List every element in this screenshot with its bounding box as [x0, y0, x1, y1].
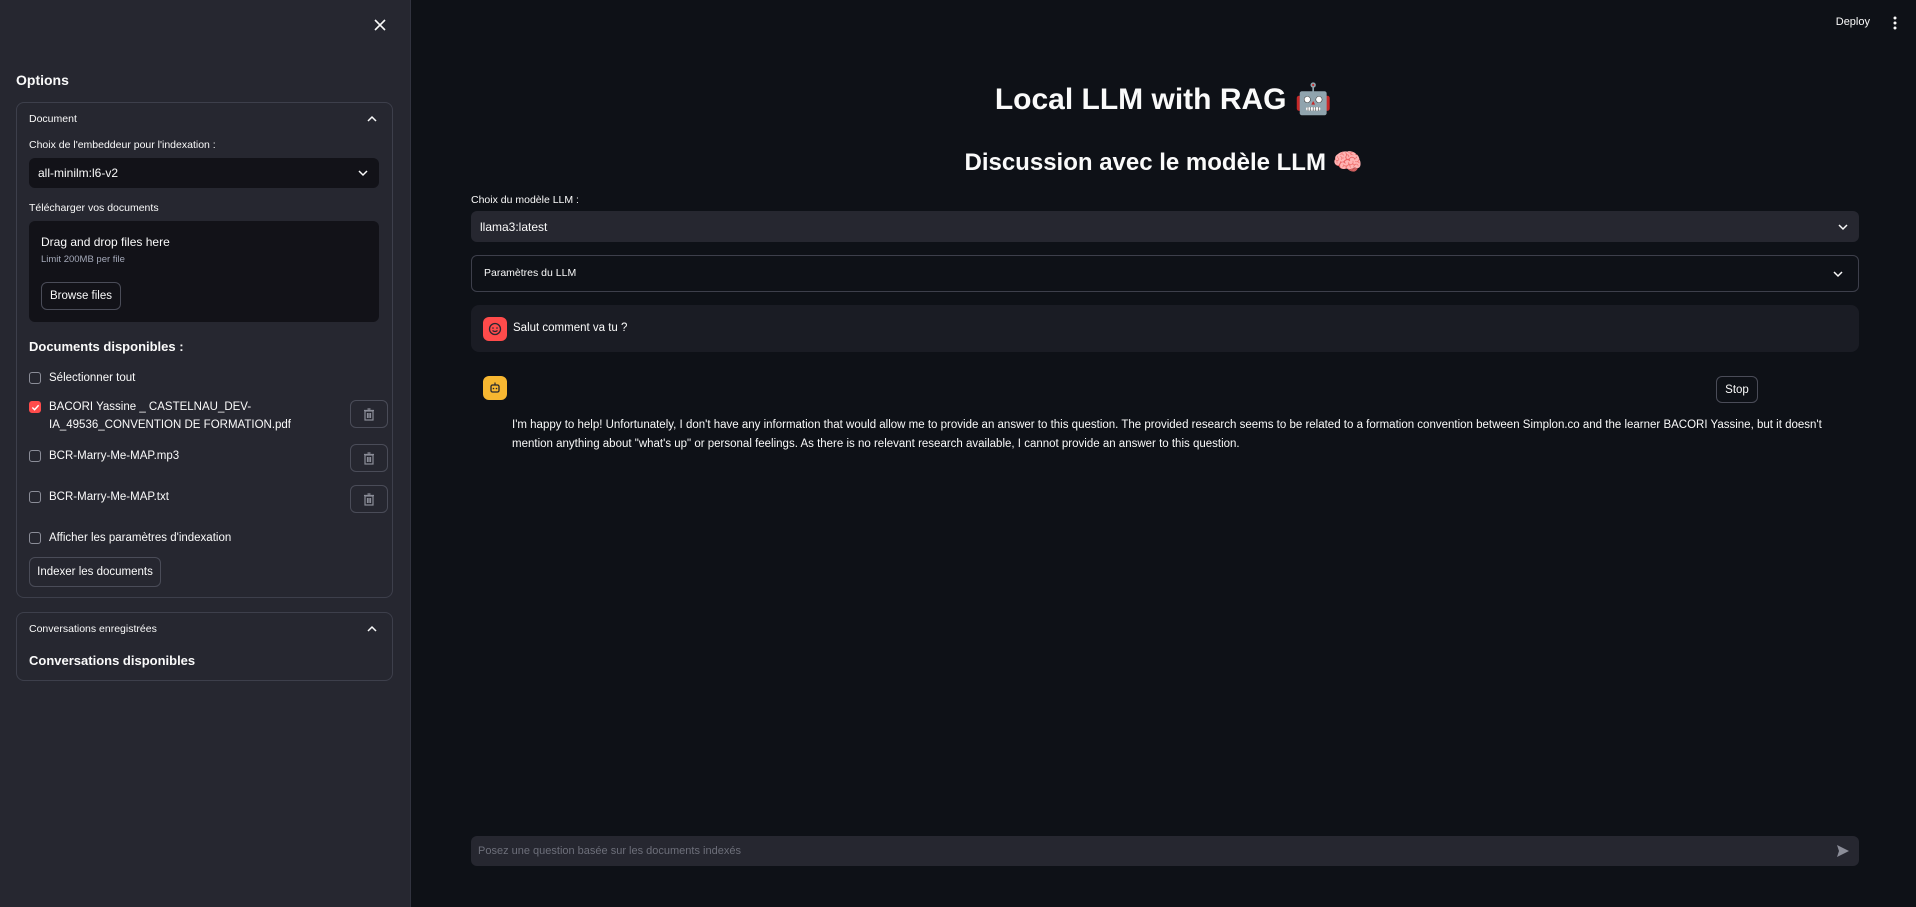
delete-document-button[interactable] — [350, 485, 388, 513]
page-subtitle: Discussion avec le modèle LLM 🧠 — [964, 149, 1363, 176]
user-message: Salut comment va tu ? — [471, 305, 1859, 352]
trash-icon — [364, 408, 374, 421]
model-select-label: Choix du modèle LLM : — [471, 194, 579, 206]
document-name-line2: IA_49536_CONVENTION DE FORMATION.pdf — [49, 419, 291, 431]
embedder-select[interactable]: all-minilm:l6-v2 — [29, 158, 379, 188]
chat-input-container — [471, 836, 1859, 866]
deploy-button[interactable]: Deploy — [1836, 16, 1870, 28]
document-name: BCR-Marry-Me-MAP.txt — [49, 491, 169, 503]
delete-document-button[interactable] — [350, 400, 388, 428]
llm-params-expander[interactable]: Paramètres du LLM — [471, 255, 1859, 292]
index-documents-button[interactable]: Indexer les documents — [29, 557, 161, 587]
checkbox-box[interactable] — [29, 450, 41, 462]
embedder-select-value: all-minilm:l6-v2 — [38, 166, 119, 180]
main-area: Deploy Local LLM with RAG 🤖 Discussion a… — [411, 0, 1916, 907]
dropzone-title: Drag and drop files here — [41, 235, 170, 249]
chevron-down-icon — [1838, 223, 1848, 230]
document-name: BCR-Marry-Me-MAP.mp3 — [49, 450, 180, 462]
chevron-down-icon — [358, 170, 368, 177]
conversations-subtitle: Conversations disponibles — [29, 653, 196, 668]
checkbox-box[interactable] — [29, 491, 41, 503]
assistant-message-text: I'm happy to help! Unfortunately, I don'… — [512, 419, 1822, 450]
checked-box-icon[interactable] — [29, 401, 41, 413]
dropzone-limit: Limit 200MB per file — [41, 254, 125, 265]
checkbox-box[interactable] — [29, 532, 41, 544]
more-menu-icon[interactable] — [1888, 13, 1902, 33]
chevron-up-icon[interactable] — [366, 623, 378, 635]
show-params-label: Afficher les paramètres d'indexation — [49, 532, 232, 544]
assistant-avatar-icon — [483, 376, 507, 400]
sidebar-heading: Options — [16, 72, 69, 88]
send-icon[interactable] — [1835, 843, 1851, 859]
document-checkbox[interactable]: BACORI Yassine _ CASTELNAU_DEV- IA_49536… — [29, 398, 291, 434]
conversations-expander-title[interactable]: Conversations enregistrées — [29, 623, 157, 635]
chevron-up-icon[interactable] — [366, 113, 378, 125]
select-all-label: Sélectionner tout — [49, 372, 136, 384]
document-expander-title[interactable]: Document — [29, 113, 77, 125]
sidebar: Options Document Choix de l'embeddeur po… — [0, 0, 411, 907]
show-indexing-params-checkbox[interactable]: Afficher les paramètres d'indexation — [29, 529, 231, 547]
available-documents-title: Documents disponibles : — [29, 339, 184, 354]
trash-icon — [364, 493, 374, 506]
model-select[interactable]: llama3:latest — [471, 211, 1859, 242]
stop-button[interactable]: Stop — [1716, 376, 1758, 403]
document-label: BACORI Yassine _ CASTELNAU_DEV- IA_49536… — [49, 398, 291, 434]
document-expander: Document Choix de l'embeddeur pour l'ind… — [16, 102, 393, 598]
document-checkbox[interactable]: BCR-Marry-Me-MAP.mp3 — [29, 447, 179, 465]
llm-params-title: Paramètres du LLM — [484, 267, 577, 279]
chat-input[interactable] — [471, 836, 1811, 866]
embedder-label: Choix de l'embeddeur pour l'indexation : — [29, 139, 216, 151]
document-name-line1: BACORI Yassine _ CASTELNAU_DEV- — [49, 401, 252, 413]
conversations-expander: Conversations enregistrées Conversations… — [16, 612, 393, 681]
user-avatar-icon — [483, 317, 507, 341]
upload-label: Télécharger vos documents — [29, 202, 159, 214]
close-sidebar-icon[interactable] — [368, 13, 392, 37]
select-all-checkbox[interactable]: Sélectionner tout — [29, 369, 135, 387]
browse-files-button[interactable]: Browse files — [41, 282, 121, 310]
checkbox-box[interactable] — [29, 372, 41, 384]
trash-icon — [364, 452, 374, 465]
delete-document-button[interactable] — [350, 444, 388, 472]
user-message-text: Salut comment va tu ? — [513, 322, 628, 334]
chevron-down-icon — [1833, 271, 1843, 278]
file-dropzone[interactable]: Drag and drop files here Limit 200MB per… — [29, 221, 379, 322]
model-select-value: llama3:latest — [480, 219, 548, 234]
page-title: Local LLM with RAG 🤖 — [994, 83, 1333, 116]
document-checkbox[interactable]: BCR-Marry-Me-MAP.txt — [29, 488, 169, 506]
